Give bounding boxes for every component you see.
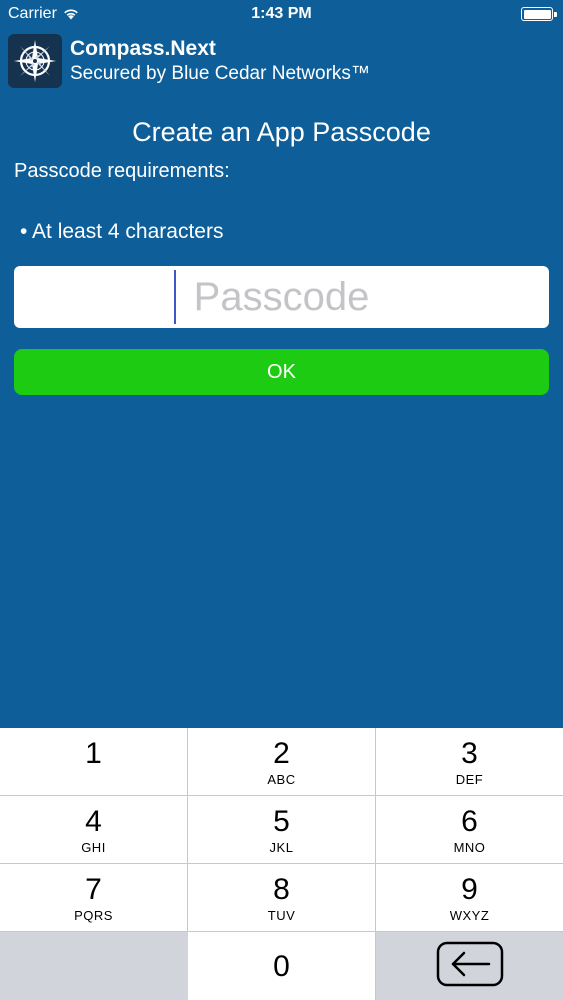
key-digit: 1	[85, 737, 102, 770]
passcode-field[interactable]	[14, 266, 549, 328]
key-5[interactable]: 5 JKL	[188, 796, 376, 864]
key-letters: DEF	[455, 772, 484, 787]
app-title: Compass.Next	[70, 37, 216, 60]
key-digit: 2	[273, 737, 290, 770]
key-digit: 8	[273, 873, 290, 906]
key-7[interactable]: 7 PQRS	[0, 864, 188, 932]
key-letters: TUV	[267, 908, 296, 923]
status-bar: Carrier 1:43 PM	[0, 0, 563, 30]
backspace-key[interactable]	[376, 932, 563, 1000]
key-2[interactable]: 2 ABC	[188, 728, 376, 796]
numeric-keypad: 1 2 ABC 3 DEF 4 GHI 5 JKL 6 MNO 7 PQRS 8…	[0, 728, 563, 1000]
key-9[interactable]: 9 WXYZ	[376, 864, 563, 932]
ok-button-label: OK	[267, 360, 296, 383]
key-digit: 9	[461, 873, 478, 906]
key-4[interactable]: 4 GHI	[0, 796, 188, 864]
page-title: Create an App Passcode	[132, 117, 431, 147]
key-letters: JKL	[269, 840, 294, 855]
app-header: Compass.Next Secured by Blue Cedar Netwo…	[8, 33, 370, 89]
requirement-item: • At least 4 characters	[20, 220, 224, 243]
key-letters: ABC	[267, 772, 296, 787]
app-text: Compass.Next Secured by Blue Cedar Netwo…	[70, 36, 370, 86]
key-digit: 0	[273, 950, 290, 983]
app-subtitle: Secured by Blue Cedar Networks™	[70, 63, 370, 84]
key-0[interactable]: 0	[188, 932, 376, 1000]
status-time: 1:43 PM	[251, 5, 312, 22]
key-6[interactable]: 6 MNO	[376, 796, 563, 864]
backspace-icon	[435, 940, 505, 993]
empty-key	[0, 932, 188, 1000]
key-digit: 4	[85, 805, 102, 838]
key-1[interactable]: 1	[0, 728, 188, 796]
key-3[interactable]: 3 DEF	[376, 728, 563, 796]
requirements-heading: Passcode requirements:	[14, 160, 230, 182]
ok-button[interactable]: OK	[14, 349, 549, 395]
key-letters: MNO	[453, 840, 486, 855]
text-caret	[174, 270, 176, 324]
key-letters: GHI	[81, 840, 106, 855]
key-digit: 7	[85, 873, 102, 906]
battery-icon	[521, 7, 557, 21]
key-letters: PQRS	[74, 908, 113, 923]
passcode-input[interactable]	[14, 266, 549, 328]
key-digit: 3	[461, 737, 478, 770]
compass-rose-icon	[8, 34, 62, 88]
key-digit: 5	[273, 805, 290, 838]
key-digit: 6	[461, 805, 478, 838]
key-letters: WXYZ	[449, 908, 490, 923]
key-8[interactable]: 8 TUV	[188, 864, 376, 932]
